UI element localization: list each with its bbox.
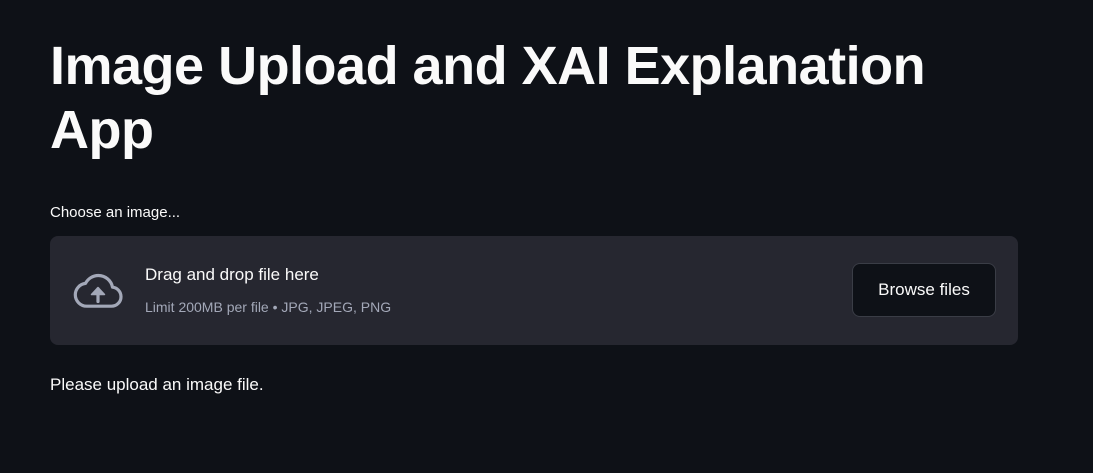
cloud-upload-icon [72, 271, 124, 311]
page-title: Image Upload and XAI Explanation App [50, 36, 926, 160]
browse-files-button[interactable]: Browse files [852, 263, 996, 317]
file-dropzone[interactable]: Drag and drop file here Limit 200MB per … [50, 236, 1018, 345]
dropzone-instructions: Drag and drop file here Limit 200MB per … [145, 264, 391, 316]
uploader-label: Choose an image... [50, 204, 181, 221]
upload-prompt-message: Please upload an image file. [50, 375, 264, 394]
dropzone-title: Drag and drop file here [145, 265, 319, 284]
file-limit-text: Limit 200MB per file • JPG, JPEG, PNG [145, 299, 392, 315]
